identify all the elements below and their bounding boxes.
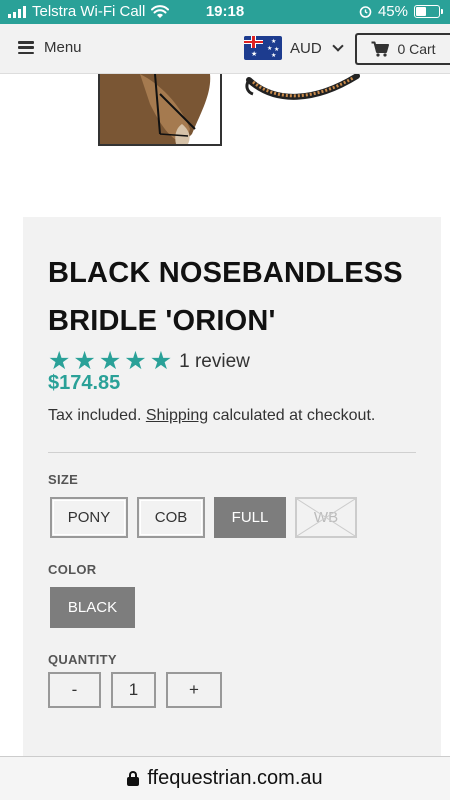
battery-percent: 45%	[377, 3, 408, 20]
chevron-down-icon	[332, 40, 344, 52]
shipping-link[interactable]: Shipping	[146, 407, 208, 424]
star-icon: ★	[48, 347, 71, 375]
currency-label: AUD	[290, 39, 322, 57]
product-price: $174.85	[48, 372, 121, 394]
size-label: SIZE	[48, 472, 79, 487]
tax-prefix: Tax included.	[48, 407, 142, 424]
alarm-icon	[359, 6, 372, 18]
product-thumbnail-browband[interactable]	[245, 73, 365, 114]
unavailable-cross-icon	[297, 499, 355, 536]
star-icon: ★	[73, 347, 96, 375]
divider	[48, 452, 416, 453]
cart-icon	[371, 41, 390, 57]
hamburger-icon	[18, 41, 34, 54]
product-title: BLACK NOSEBANDLESS BRIDLE 'ORION'	[48, 257, 403, 337]
product-info-card: BLACK NOSEBANDLESS BRIDLE 'ORION' ★ ★ ★ …	[23, 217, 441, 777]
site-header: Menu ★ ★ ★ ★ ★ AUD 0 Cart	[0, 24, 450, 74]
star-icon: ★	[124, 347, 147, 375]
product-thumbnail-horse[interactable]	[98, 74, 222, 146]
currency-selector[interactable]: ★ ★ ★ ★ ★ AUD	[244, 36, 344, 60]
tax-suffix: calculated at checkout.	[212, 407, 376, 424]
star-icon: ★	[149, 347, 173, 375]
browser-url-bar[interactable]: ffequestrian.com.au	[0, 756, 450, 800]
quantity-label: QUANTITY	[48, 652, 117, 667]
menu-button[interactable]: Menu	[18, 39, 82, 56]
menu-label: Menu	[44, 39, 82, 56]
star-icon: ★	[98, 347, 122, 375]
tax-note: Tax included. Shipping calculated at che…	[48, 407, 375, 425]
size-option-full[interactable]: FULL	[214, 497, 286, 538]
color-option-black[interactable]: BLACK	[50, 587, 135, 628]
color-label: COLOR	[48, 562, 97, 577]
url-text: ffequestrian.com.au	[147, 767, 323, 789]
review-count[interactable]: 1 review	[179, 351, 250, 373]
size-option-wb[interactable]: WB	[295, 497, 357, 538]
quantity-decrement-button[interactable]: -	[48, 672, 101, 708]
size-option-cob[interactable]: COB	[137, 497, 205, 538]
cart-label: 0 Cart	[397, 41, 436, 57]
quantity-input[interactable]: 1	[111, 672, 156, 708]
product-rating[interactable]: ★ ★ ★ ★ ★ 1 review	[48, 349, 250, 374]
cart-button[interactable]: 0 Cart	[355, 33, 450, 65]
battery-icon	[414, 5, 443, 18]
australia-flag-icon: ★ ★ ★ ★ ★	[244, 36, 282, 60]
size-option-pony[interactable]: PONY	[50, 497, 128, 538]
lock-icon	[127, 771, 140, 786]
quantity-increment-button[interactable]: +	[166, 672, 222, 708]
status-bar: Telstra Wi-Fi Call 19:18 45%	[0, 0, 450, 24]
